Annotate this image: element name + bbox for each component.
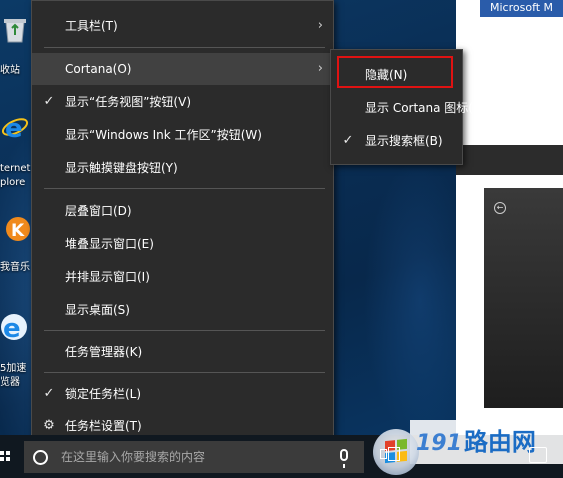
annotation-highlight-box: [337, 56, 453, 88]
windows-logo-icon: [0, 451, 10, 461]
background-window-preview: [484, 188, 563, 408]
task-view-icon[interactable]: [380, 446, 400, 462]
menu-item-side-by-side[interactable]: 并排显示窗口(I): [32, 261, 333, 293]
submenu-item-show-search-box[interactable]: ✓ 显示搜索框(B): [331, 125, 462, 157]
menu-item-show-desktop[interactable]: 显示桌面(S): [32, 294, 333, 326]
menu-item-label: 工具栏(T): [65, 19, 118, 33]
back-icon[interactable]: ←: [494, 202, 506, 214]
desktop-icon-recycle-bin[interactable]: 收站: [0, 14, 34, 78]
start-button[interactable]: [0, 435, 14, 478]
menu-item-lock-taskbar[interactable]: ✓ 锁定任务栏(L): [32, 378, 333, 410]
notification-icon[interactable]: [529, 447, 547, 463]
menu-item-show-task-view[interactable]: ✓ 显示“任务视图”按钮(V): [32, 86, 333, 118]
menu-item-show-touch-keyboard[interactable]: 显示触摸键盘按钮(Y): [32, 152, 333, 184]
menu-item-label: 显示桌面(S): [65, 303, 130, 317]
chevron-right-icon: ›: [317, 18, 323, 33]
menu-separator: [44, 372, 325, 373]
menu-item-label: 显示“Windows Ink 工作区”按钮(W): [65, 128, 262, 142]
svg-text:K: K: [11, 221, 25, 241]
menu-item-label: 显示搜索框(B): [365, 134, 443, 148]
background-window-dark-band: [456, 145, 563, 175]
menu-item-cascade-windows[interactable]: 层叠窗口(D): [32, 195, 333, 227]
watermark-text: 路由网: [463, 428, 536, 456]
menu-item-label: 任务管理器(K): [65, 345, 143, 359]
checkmark-icon: ✓: [43, 386, 55, 401]
svg-text:e: e: [3, 314, 21, 342]
background-window-title: Microsoft M: [480, 0, 563, 17]
menu-separator: [44, 47, 325, 48]
desktop-icon-kuwo-music[interactable]: K 我音乐: [0, 213, 34, 275]
svg-text:e: e: [5, 114, 23, 142]
watermark-number: 191: [416, 431, 462, 456]
menu-item-toolbars[interactable]: 工具栏(T) ›: [32, 10, 333, 42]
menu-item-label: Cortana(O): [65, 62, 132, 76]
menu-item-cortana[interactable]: Cortana(O) ›: [32, 53, 333, 85]
desktop-icon-ie-accelerated[interactable]: e 5加速 览器: [0, 312, 34, 390]
recycle-bin-icon: [4, 19, 26, 43]
search-placeholder: 在这里输入你要搜索的内容: [61, 450, 206, 464]
desktop-icon-label: plore: [0, 177, 26, 188]
menu-item-label: 堆叠显示窗口(E): [65, 237, 154, 251]
desktop-icon-label: 览器: [0, 377, 20, 388]
taskbar-context-menu: 工具栏(T) › Cortana(O) › ✓ 显示“任务视图”按钮(V) 显示…: [31, 0, 334, 450]
chevron-right-icon: ›: [317, 61, 323, 76]
task-view-pane: [380, 449, 387, 459]
menu-item-label: 层叠窗口(D): [65, 204, 132, 218]
menu-item-task-manager[interactable]: 任务管理器(K): [32, 336, 333, 368]
menu-item-show-windows-ink[interactable]: 显示“Windows Ink 工作区”按钮(W): [32, 119, 333, 151]
music-app-icon: K: [6, 217, 30, 241]
internet-explorer-icon: e: [1, 114, 29, 142]
desktop-icon-label: 5加速: [0, 363, 27, 374]
desktop-icon-label: ternet: [0, 163, 31, 174]
menu-item-label: 并排显示窗口(I): [65, 270, 150, 284]
checkmark-icon: ✓: [43, 94, 55, 109]
menu-separator: [44, 330, 325, 331]
task-view-pane: [388, 447, 400, 461]
desktop-icon-label: 收站: [0, 65, 20, 76]
site-watermark: 191路由网: [416, 418, 536, 466]
cortana-circle-icon: [33, 450, 48, 465]
menu-item-label: 显示触摸键盘按钮(Y): [65, 161, 178, 175]
desktop-icon-internet-explorer[interactable]: e ternet plore: [0, 112, 34, 190]
menu-item-label: 显示“任务视图”按钮(V): [65, 95, 192, 109]
search-box[interactable]: 在这里输入你要搜索的内容: [24, 441, 364, 473]
microphone-icon[interactable]: [340, 449, 348, 468]
checkmark-icon: ✓: [342, 133, 354, 148]
submenu-item-show-cortana-icon[interactable]: 显示 Cortana 图标(W): [331, 92, 490, 124]
menu-item-label: 显示 Cortana 图标(W): [365, 101, 490, 115]
menu-separator: [44, 188, 325, 189]
desktop-icon-label: 我音乐: [0, 262, 30, 273]
menu-item-stack-windows[interactable]: 堆叠显示窗口(E): [32, 228, 333, 260]
menu-item-label: 锁定任务栏(L): [65, 387, 142, 401]
browser-icon: e: [1, 314, 27, 342]
